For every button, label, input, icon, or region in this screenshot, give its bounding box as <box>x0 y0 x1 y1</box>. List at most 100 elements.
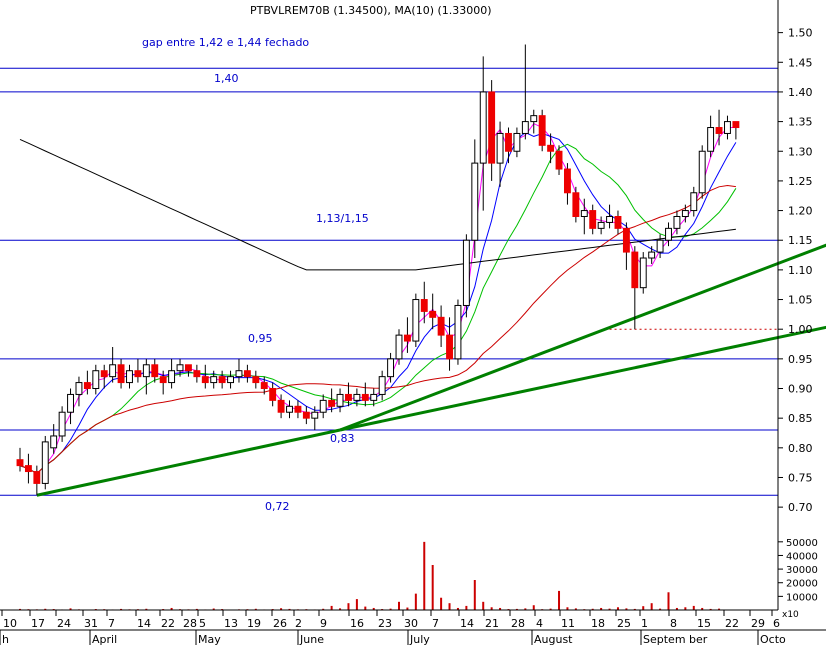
candle-body <box>361 393 369 401</box>
y-tick-label: 1.35 <box>788 116 813 129</box>
candle-body <box>513 132 521 152</box>
candle-body <box>252 376 260 384</box>
candle-body <box>673 215 681 229</box>
candle-body <box>16 459 24 467</box>
candle-body <box>159 376 167 384</box>
candle-body <box>698 150 706 194</box>
x-tick-label: 7 <box>108 617 115 630</box>
candle-body <box>555 150 563 170</box>
x-tick-label: 21 <box>485 617 499 630</box>
x-tick-label: 10 <box>3 617 17 630</box>
x-tick-label: 28 <box>183 617 197 630</box>
candle-body <box>218 376 226 384</box>
x-tick-label: 1 <box>641 617 648 630</box>
candle-body <box>294 405 302 413</box>
candle-body <box>227 376 235 384</box>
level-label: 0,83 <box>330 432 355 445</box>
volume-scale-label: x10 <box>782 610 799 620</box>
x-tick-label: 15 <box>697 617 711 630</box>
candle-body <box>471 162 479 241</box>
candle-body <box>420 299 428 312</box>
candle-body <box>656 239 664 253</box>
candle-body <box>488 91 496 164</box>
candle-body <box>336 393 344 407</box>
candle-body <box>243 370 251 378</box>
y-tick-label: 0.90 <box>788 383 813 396</box>
x-tick-label: 26 <box>273 617 287 630</box>
x-tick-label: 19 <box>247 617 261 630</box>
candle-body <box>387 358 395 378</box>
candle-body <box>109 364 117 378</box>
x-tick-label: 24 <box>57 617 71 630</box>
volume-tick-label: 40000 <box>786 551 818 562</box>
y-tick-label: 1.45 <box>788 56 813 69</box>
month-label: Octo <box>760 633 786 646</box>
candle-body <box>33 471 41 484</box>
candle-body <box>269 388 277 401</box>
candle-body <box>547 144 555 152</box>
candle-body <box>92 370 100 390</box>
candle-body <box>319 399 327 413</box>
candle-body <box>715 127 723 134</box>
candle-body <box>538 115 546 146</box>
candle-body <box>184 364 192 372</box>
x-tick-label: 16 <box>350 617 364 630</box>
x-tick-label: 5 <box>199 617 206 630</box>
candle-body <box>126 370 133 384</box>
candle-body <box>100 370 108 378</box>
candle-body <box>505 132 512 152</box>
x-tick-label: 14 <box>460 617 474 630</box>
candle-body <box>176 364 184 372</box>
candle-body <box>378 376 386 395</box>
candle-body <box>580 210 588 217</box>
candle-body <box>260 382 268 390</box>
y-tick-label: 1.00 <box>788 323 813 336</box>
candle-body <box>134 370 142 378</box>
level-label: 0,95 <box>248 332 273 345</box>
x-tick-label: 31 <box>84 617 98 630</box>
candle-body <box>681 210 689 217</box>
candle-body <box>614 215 622 229</box>
x-tick-label: 6 <box>773 617 780 630</box>
candle-body <box>24 465 32 473</box>
x-tick-label: 25 <box>617 617 631 630</box>
candle-body <box>201 376 209 384</box>
y-tick-label: 0.85 <box>788 412 813 425</box>
candle-body <box>462 239 470 306</box>
candle-body <box>353 393 361 401</box>
candle-body <box>370 393 378 401</box>
x-tick-label: 14 <box>137 617 151 630</box>
month-label: May <box>198 633 221 646</box>
x-tick-label: 22 <box>161 617 175 630</box>
candle-body <box>631 251 639 289</box>
candle-body <box>454 304 462 360</box>
y-tick-label: 1.30 <box>788 145 813 158</box>
x-tick-label: 4 <box>536 617 543 630</box>
x-tick-label: 30 <box>404 617 418 630</box>
candle-body <box>563 168 571 194</box>
x-tick-label: 22 <box>725 617 739 630</box>
candle-body <box>67 393 74 413</box>
y-tick-label: 1.10 <box>788 264 813 277</box>
month-label: June <box>299 633 324 646</box>
candle-body <box>277 399 285 413</box>
x-tick-label: 29 <box>751 617 765 630</box>
x-tick-label: 11 <box>561 617 575 630</box>
candle-body <box>168 370 176 384</box>
y-tick-label: 1.05 <box>788 294 813 307</box>
x-tick-label: 17 <box>31 617 45 630</box>
candle-body <box>622 227 630 253</box>
y-tick-label: 0.95 <box>788 353 813 366</box>
candle-body <box>412 299 420 342</box>
x-tick-label: 18 <box>591 617 605 630</box>
candle-body <box>50 435 58 449</box>
x-tick-label: 7 <box>432 617 439 630</box>
candle-body <box>302 411 310 419</box>
month-label: Septem ber <box>643 633 708 646</box>
y-tick-label: 0.70 <box>788 501 813 514</box>
candle-body <box>429 310 437 318</box>
candle-body <box>606 215 614 223</box>
candle-body <box>572 192 580 217</box>
candle-body <box>648 251 656 259</box>
candle-body <box>479 91 487 164</box>
